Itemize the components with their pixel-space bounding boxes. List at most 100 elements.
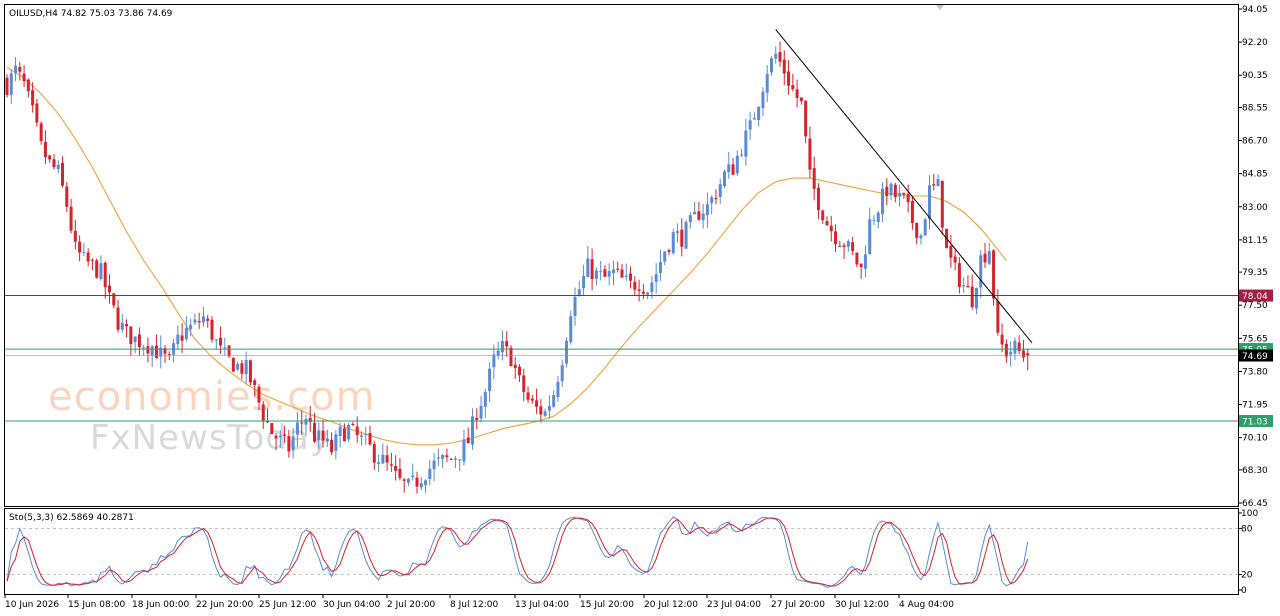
candle-body bbox=[368, 433, 372, 445]
candle-body bbox=[201, 316, 205, 323]
candle-body bbox=[663, 251, 667, 262]
candle-body bbox=[125, 324, 129, 327]
x-tick-label: 25 Jun 12:00 bbox=[259, 600, 316, 610]
candle-body bbox=[304, 418, 308, 425]
candle-body bbox=[872, 219, 876, 221]
symbol-header: OILUSD,H4 74.82 75.03 73.86 74.69 bbox=[9, 9, 173, 19]
candle-body bbox=[334, 434, 338, 451]
y-tick-label: 88.55 bbox=[1242, 103, 1268, 113]
candle-body bbox=[603, 269, 607, 277]
candle-body bbox=[39, 123, 43, 142]
candle-body bbox=[787, 71, 791, 86]
candle-body bbox=[953, 256, 957, 263]
candle-body bbox=[1017, 342, 1021, 351]
candle-body bbox=[35, 103, 39, 123]
candle-body bbox=[795, 89, 799, 98]
candle-body bbox=[295, 422, 299, 435]
candle-body bbox=[197, 321, 201, 323]
candle-body bbox=[932, 184, 936, 186]
candle-body bbox=[586, 258, 590, 277]
candle-body bbox=[330, 439, 334, 453]
candle-body bbox=[752, 118, 756, 120]
candle-body bbox=[641, 291, 645, 294]
candle-body bbox=[599, 271, 603, 273]
candle-body bbox=[727, 164, 731, 173]
watermark-line1: economies.com bbox=[48, 374, 376, 420]
candle-body bbox=[150, 346, 154, 356]
candle-body bbox=[825, 221, 829, 226]
candle-body bbox=[1004, 343, 1008, 357]
candle-body bbox=[992, 250, 996, 299]
candle-body bbox=[137, 334, 141, 348]
level-tag-label: 74.69 bbox=[1242, 352, 1268, 362]
candle-body bbox=[223, 347, 227, 349]
candle-body bbox=[52, 159, 56, 168]
x-tick-label: 13 Jul 04:00 bbox=[515, 600, 569, 610]
candle-body bbox=[611, 269, 615, 274]
candle-body bbox=[898, 192, 902, 197]
level-tag-label: 71.03 bbox=[1242, 418, 1268, 428]
candle-body bbox=[86, 252, 90, 262]
candle-body bbox=[381, 454, 385, 464]
osc-tick-label: 0 bbox=[1241, 586, 1247, 596]
candle-body bbox=[214, 339, 218, 341]
candle-body bbox=[889, 183, 893, 196]
candle-body bbox=[449, 458, 453, 460]
candle-body bbox=[492, 354, 496, 368]
candle-body bbox=[5, 77, 9, 95]
candle-body bbox=[821, 210, 825, 221]
candle-body bbox=[556, 381, 560, 398]
candle-body bbox=[466, 437, 470, 444]
candle-body bbox=[637, 289, 641, 291]
candle-body bbox=[859, 263, 863, 268]
candle-body bbox=[885, 186, 889, 197]
candle-body bbox=[116, 307, 120, 330]
candle-body bbox=[974, 288, 978, 309]
candle-body bbox=[979, 255, 983, 288]
candle-body bbox=[761, 91, 765, 109]
candle-body bbox=[573, 296, 577, 316]
candle-body bbox=[488, 368, 492, 392]
candle-body bbox=[569, 316, 573, 343]
candle-body bbox=[394, 466, 398, 471]
y-tick-label: 81.15 bbox=[1242, 236, 1268, 246]
candle-body bbox=[851, 242, 855, 252]
candle-body bbox=[970, 286, 974, 308]
candle-body bbox=[120, 322, 124, 330]
candle-body bbox=[919, 235, 923, 239]
candle-body bbox=[547, 406, 551, 411]
candle-body bbox=[1021, 350, 1025, 358]
x-tick-label: 15 Jul 20:00 bbox=[580, 600, 634, 610]
candle-body bbox=[671, 232, 675, 254]
candle-body bbox=[769, 58, 773, 73]
candle-body bbox=[432, 460, 436, 470]
candle-body bbox=[142, 347, 146, 349]
candle-body bbox=[475, 417, 479, 421]
candle-body bbox=[560, 365, 564, 382]
y-tick-label: 92.20 bbox=[1242, 38, 1268, 48]
candle-body bbox=[846, 241, 850, 247]
candle-body bbox=[577, 289, 581, 296]
candle-body bbox=[108, 285, 111, 293]
candle-body bbox=[518, 366, 521, 375]
x-tick-label: 30 Jun 04:00 bbox=[323, 600, 380, 610]
candle-body bbox=[962, 285, 966, 287]
candle-body bbox=[227, 345, 231, 357]
candle-body bbox=[31, 90, 35, 106]
candle-body bbox=[347, 424, 351, 440]
candle-body bbox=[940, 180, 944, 228]
x-tick-label: 23 Jul 04:00 bbox=[707, 600, 761, 610]
candle-body bbox=[231, 358, 235, 372]
candle-body bbox=[325, 438, 329, 442]
candle-body bbox=[996, 300, 1000, 333]
candle-body bbox=[300, 422, 304, 424]
y-tick-label: 86.70 bbox=[1242, 137, 1268, 147]
candle-body bbox=[389, 464, 393, 466]
oscillator-header: Sto(5,3,3) 62.5869 40.2871 bbox=[9, 513, 134, 523]
candle-body bbox=[868, 219, 872, 254]
candle-body bbox=[680, 229, 684, 247]
candle-body bbox=[18, 66, 22, 72]
x-tick-label: 10 Jun 2026 bbox=[5, 600, 59, 610]
candle-body bbox=[582, 275, 586, 289]
candle-body bbox=[180, 335, 184, 341]
